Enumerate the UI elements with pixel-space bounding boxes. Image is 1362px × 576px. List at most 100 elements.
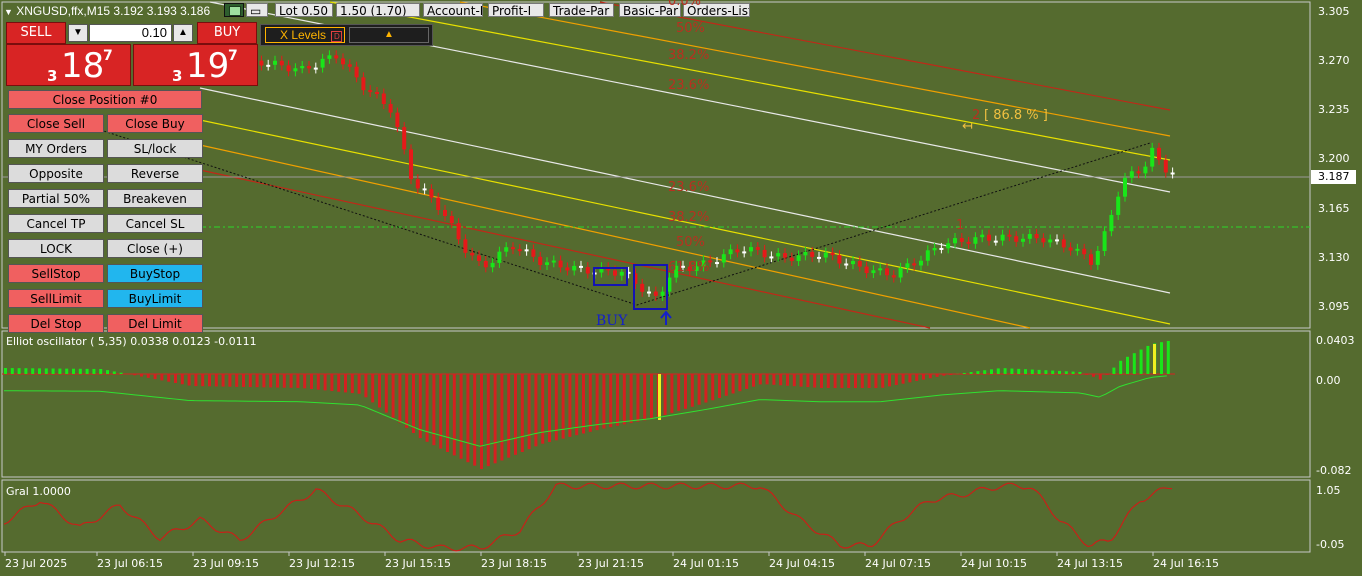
breakeven-button[interactable]: Breakeven — [107, 189, 203, 208]
collapse-triangle-icon[interactable]: ▼ — [4, 7, 13, 17]
oscillator-bar — [1119, 360, 1123, 374]
oscillator-bar — [384, 374, 388, 413]
buy-price-big: 19 — [186, 46, 230, 86]
tab-profit[interactable]: Profit-I — [488, 3, 544, 17]
candle-body — [286, 65, 291, 72]
lot-decrement-button[interactable]: ▼ — [68, 24, 88, 42]
tab-trade-par[interactable]: Trade-Par — [549, 3, 614, 17]
oscillator-bar — [412, 374, 415, 433]
candle-body — [1136, 171, 1141, 174]
xlevels-close-icon[interactable]: D — [331, 31, 343, 42]
candle-body — [279, 60, 284, 66]
candle-body — [361, 77, 366, 91]
candle-body — [742, 251, 747, 254]
candle-body — [919, 260, 923, 266]
oscillator-bar — [867, 374, 871, 388]
oscillator-bar — [894, 374, 898, 386]
oscillator-bar — [799, 374, 803, 387]
sell-limit-button[interactable]: SellLimit — [8, 289, 104, 308]
candle-body — [273, 60, 277, 65]
partial-50-button[interactable]: Partial 50% — [8, 189, 104, 208]
opposite-button[interactable]: Opposite — [8, 164, 104, 183]
buy-stop-button[interactable]: BuyStop — [107, 264, 203, 283]
tab-account[interactable]: Account-I — [423, 3, 483, 17]
price-label: 3.200 — [1318, 152, 1350, 165]
oscillator-bar — [276, 374, 279, 388]
fib-lower-382: 38.2% — [668, 210, 710, 225]
my-orders-button[interactable]: MY Orders — [8, 139, 104, 158]
close-sell-button[interactable]: Close Sell — [8, 114, 104, 133]
oscillator-bar — [996, 368, 1000, 374]
oscillator-bar — [1139, 349, 1143, 374]
toolbar-window-button[interactable]: ▭ — [246, 3, 268, 17]
candle-body — [1014, 236, 1019, 242]
candle-body — [368, 90, 373, 93]
close-position-button[interactable]: Close Position #0 — [8, 90, 202, 109]
oscillator-bar — [282, 374, 286, 388]
oscillator-bar — [439, 374, 443, 449]
candle-body — [381, 93, 386, 105]
candle-body — [1027, 234, 1032, 239]
price-label: 3.130 — [1318, 251, 1350, 264]
lock-button[interactable]: LOCK — [8, 239, 104, 258]
oscillator-bar — [242, 374, 245, 387]
cancel-sl-button[interactable]: Cancel SL — [107, 214, 203, 233]
sell-button[interactable]: SELL — [7, 23, 65, 43]
axis-ticks — [4, 552, 1154, 556]
oscillator-bar — [1071, 371, 1075, 374]
toolbar-toggle-button[interactable] — [224, 3, 244, 17]
fib-upper-50: 50% — [676, 21, 705, 36]
oscillator-bar — [357, 374, 361, 394]
sell-price-box[interactable]: 3 18 7 — [6, 44, 131, 86]
oscillator-bar — [289, 374, 293, 388]
buy-limit-button[interactable]: BuyLimit — [107, 289, 203, 308]
oscillator-bar — [405, 374, 409, 428]
oscillator-signal-line — [3, 375, 1167, 447]
candle-body — [402, 127, 407, 150]
oscillator-bar — [208, 374, 211, 387]
lot-value-button[interactable]: 1.50 (1.70) — [336, 3, 420, 17]
oscillator-bar — [711, 374, 715, 401]
xlevels-button[interactable]: X Levels D — [265, 27, 345, 43]
oscillator-bar — [643, 374, 647, 421]
buy-price-box[interactable]: 3 19 7 — [133, 44, 258, 86]
reverse-button[interactable]: Reverse — [107, 164, 203, 183]
lot-input[interactable]: 0.10 — [89, 24, 172, 42]
time-label: 23 Jul 06:15 — [97, 557, 163, 570]
lot-label-button[interactable]: Lot 0.50 — [275, 3, 333, 17]
time-label: 24 Jul 04:15 — [769, 557, 835, 570]
sell-box[interactable]: SELL — [6, 22, 66, 44]
price-label: 3.270 — [1318, 54, 1350, 67]
candle-body — [613, 270, 617, 276]
oscillator-bar — [962, 372, 966, 374]
candle-body — [483, 260, 488, 268]
buy-box[interactable]: BUY — [197, 22, 257, 44]
gral-line — [3, 482, 1173, 552]
del-stop-button[interactable]: Del Stop — [8, 314, 104, 333]
oscillator-bar — [1044, 370, 1048, 374]
sell-stop-button[interactable]: SellStop — [8, 264, 104, 283]
cancel-tp-button[interactable]: Cancel TP — [8, 214, 104, 233]
oscillator-bar — [38, 368, 41, 374]
oscillator-bar — [1105, 374, 1109, 375]
lot-increment-button[interactable]: ▲ — [173, 24, 193, 42]
candle-body — [932, 247, 937, 251]
oscillator-bar — [344, 374, 347, 393]
wave-label-1: 1 — [956, 218, 965, 233]
oscillator-bar — [942, 374, 946, 376]
buy-button[interactable]: BUY — [198, 23, 256, 43]
candle-body — [1082, 248, 1087, 255]
candle-body — [558, 260, 563, 268]
sl-lock-button[interactable]: SL/lock — [107, 139, 203, 158]
close-plus-button[interactable]: Close (+) — [107, 239, 203, 258]
candle-body — [456, 223, 461, 240]
candle-body — [735, 249, 740, 253]
candle-body — [1102, 231, 1107, 252]
oscillator-bar — [330, 374, 334, 392]
del-limit-button[interactable]: Del Limit — [107, 314, 203, 333]
oscillator-signal-bar — [1153, 344, 1156, 374]
oscillator-bar — [507, 374, 511, 458]
close-buy-button[interactable]: Close Buy — [107, 114, 203, 133]
xlevels-expand-button[interactable]: ▲ — [349, 27, 429, 43]
candle-body — [1075, 248, 1080, 251]
